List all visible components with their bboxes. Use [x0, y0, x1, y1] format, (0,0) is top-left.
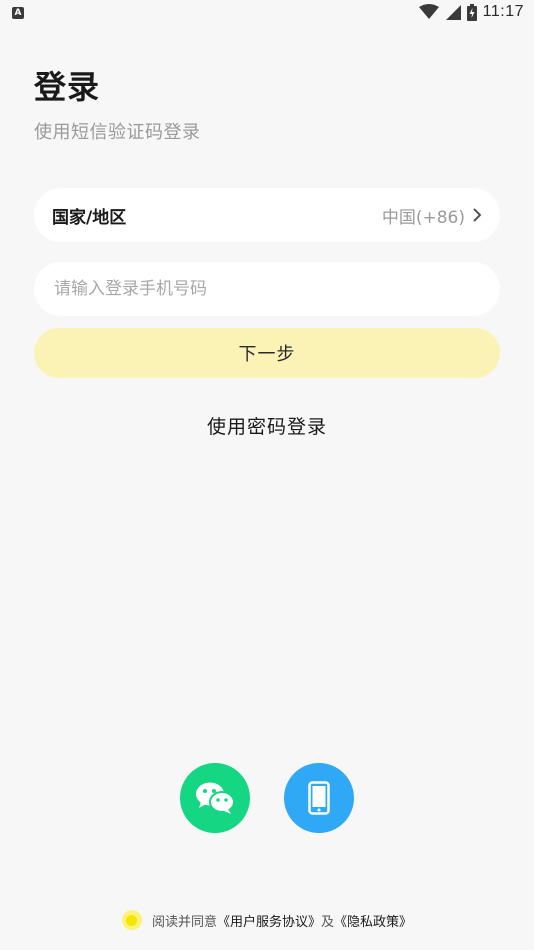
battery-icon — [466, 3, 477, 21]
agreement-row: 阅读并同意《用户服务协议》及《隐私政策》 — [0, 910, 534, 930]
region-value-group: 中国(+86) — [382, 203, 482, 228]
agree-checkbox-dot — [126, 914, 138, 926]
page-title: 登录 — [34, 68, 101, 106]
password-login-link[interactable]: 使用密码登录 — [0, 412, 534, 439]
privacy-policy-link[interactable]: 《隐私政策》 — [334, 915, 412, 930]
agreement-and: 及 — [321, 914, 335, 930]
social-login-row — [0, 763, 534, 833]
phone-login-button[interactable] — [284, 763, 354, 833]
wifi-icon — [418, 4, 439, 19]
status-bar: A 11:17 — [0, 0, 534, 28]
status-indicators: 11:17 — [418, 3, 524, 21]
chevron-right-icon — [473, 208, 481, 222]
phone-number-input[interactable] — [52, 278, 482, 300]
region-value: 中国(+86) — [381, 207, 465, 228]
phone-input-container — [34, 262, 500, 316]
wechat-icon — [196, 782, 235, 814]
notification-badge-icon: A — [12, 7, 24, 19]
region-label: 国家/地区 — [52, 207, 127, 228]
wechat-login-button[interactable] — [180, 763, 250, 833]
status-time: 11:17 — [482, 3, 524, 20]
agree-checkbox[interactable] — [121, 910, 142, 930]
page-subtitle: 使用短信验证码登录 — [34, 122, 201, 143]
terms-of-service-link[interactable]: 《用户服务协议》 — [217, 915, 321, 930]
agreement-prefix: 阅读并同意 — [151, 914, 217, 930]
agreement-text: 阅读并同意《用户服务协议》及《隐私政策》 — [152, 911, 412, 930]
cell-signal-icon — [445, 5, 461, 20]
smartphone-icon — [308, 781, 330, 815]
country-region-selector[interactable]: 国家/地区 中国(+86) — [34, 188, 500, 242]
next-step-button[interactable]: 下一步 — [34, 328, 500, 378]
